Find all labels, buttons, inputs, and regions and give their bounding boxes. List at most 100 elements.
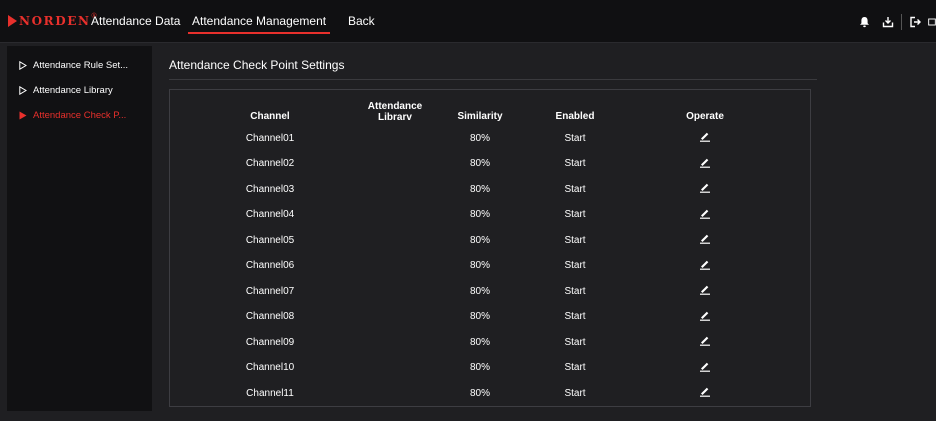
cell-similarity: 80% — [469, 260, 490, 271]
cell-operate — [650, 329, 760, 355]
cell-attendance-library — [355, 151, 435, 177]
table-row: Channel07 80% Start — [170, 278, 810, 304]
active-nav-underline — [188, 32, 331, 34]
cell-enabled: Start — [564, 209, 586, 220]
page-title: Attendance Check Point Settings — [169, 58, 345, 72]
cell-operate — [650, 304, 760, 330]
nav-back[interactable]: Back — [348, 14, 375, 28]
cell-similarity: 80% — [469, 158, 490, 169]
cell-channel: Channel08 — [245, 311, 295, 322]
cell-attendance-library — [355, 380, 435, 406]
table-row: Channel10 80% Start — [170, 355, 810, 381]
cell-enabled: Start — [564, 183, 586, 195]
sidebar-item-attendance-rule-settings[interactable]: Attendance Rule Set... — [19, 57, 128, 73]
triangle-filled-icon — [19, 111, 28, 120]
header-icon-group — [857, 14, 936, 30]
cell-operate — [650, 151, 760, 177]
edit-pencil-icon[interactable] — [699, 335, 711, 349]
edit-pencil-icon[interactable] — [699, 386, 711, 400]
table-row: Channel05 80% Start — [170, 227, 810, 253]
nav-attendance-management[interactable]: Attendance Management — [188, 14, 331, 34]
edit-pencil-icon[interactable] — [699, 233, 711, 247]
cell-attendance-library — [355, 278, 435, 304]
edit-pencil-icon[interactable] — [699, 157, 711, 171]
cell-enabled: Start — [564, 158, 586, 169]
cell-enabled: Start — [564, 132, 586, 144]
edit-pencil-icon[interactable] — [699, 208, 711, 222]
cell-operate — [650, 202, 760, 228]
sidebar-item-label: Attendance Check P... — [33, 109, 127, 121]
fullscreen-icon[interactable] — [928, 15, 936, 29]
bell-icon[interactable] — [857, 15, 871, 29]
cell-enabled: Start — [564, 234, 586, 246]
cell-attendance-library — [355, 253, 435, 279]
logout-icon[interactable] — [908, 15, 922, 29]
cell-enabled: Start — [564, 311, 586, 322]
cell-operate — [650, 227, 760, 253]
title-divider — [169, 79, 817, 80]
table-row: Channel11 80% Start — [170, 380, 810, 406]
cell-enabled: Start — [564, 285, 586, 297]
cell-similarity: 80% — [469, 387, 490, 399]
logo-triangle-icon — [8, 15, 17, 27]
cell-similarity: 80% — [469, 183, 490, 195]
cell-similarity: 80% — [469, 234, 490, 246]
cell-operate — [650, 355, 760, 381]
edit-pencil-icon[interactable] — [699, 182, 711, 196]
edit-pencil-icon[interactable] — [699, 284, 711, 298]
cell-enabled: Start — [564, 336, 586, 348]
cell-operate — [650, 380, 760, 406]
sidebar-item-attendance-library[interactable]: Attendance Library — [19, 82, 113, 98]
cell-operate — [650, 253, 760, 279]
cell-channel: Channel02 — [245, 158, 295, 169]
triangle-outline-icon — [19, 60, 28, 70]
cell-operate — [650, 176, 760, 202]
cell-attendance-library — [355, 355, 435, 381]
cell-attendance-library — [355, 304, 435, 330]
cell-similarity: 80% — [469, 132, 490, 144]
cell-channel: Channel04 — [245, 209, 295, 220]
table-row: Channel01 80% Start — [170, 125, 810, 151]
cell-attendance-library — [355, 329, 435, 355]
cell-similarity: 80% — [469, 336, 490, 348]
cell-operate — [650, 278, 760, 304]
download-icon[interactable] — [881, 15, 895, 29]
triangle-outline-icon — [19, 85, 28, 95]
cell-similarity: 80% — [469, 362, 490, 373]
cell-channel: Channel03 — [245, 183, 295, 195]
cell-similarity: 80% — [469, 285, 490, 297]
cell-operate — [650, 125, 760, 151]
sidebar-item-label: Attendance Library — [33, 84, 113, 96]
nav-attendance-management-label: Attendance Management — [192, 14, 327, 28]
cell-enabled: Start — [564, 260, 586, 271]
nav-attendance-data[interactable]: Attendance Data — [91, 14, 180, 28]
cell-channel: Channel09 — [245, 336, 295, 348]
table-row: Channel06 80% Start — [170, 253, 810, 279]
cell-attendance-library — [355, 125, 435, 151]
table-row: Channel08 80% Start — [170, 304, 810, 330]
cell-channel: Channel06 — [245, 260, 295, 271]
cell-channel: Channel01 — [245, 132, 295, 144]
edit-pencil-icon[interactable] — [699, 259, 711, 273]
sidebar-item-label: Attendance Rule Set... — [33, 59, 129, 71]
top-bar: NORDEN ® Attendance Data Attendance Mana… — [0, 0, 936, 43]
check-point-table: Channel Attendance Librarv Similarity En… — [169, 89, 811, 407]
cell-attendance-library — [355, 227, 435, 253]
cell-channel: Channel07 — [245, 285, 295, 297]
cell-attendance-library — [355, 176, 435, 202]
cell-channel: Channel10 — [245, 362, 295, 373]
logo-text: NORDEN — [19, 14, 91, 28]
sidebar: Attendance Rule Set... Attendance Librar… — [7, 46, 152, 411]
edit-pencil-icon[interactable] — [699, 310, 711, 324]
edit-pencil-icon[interactable] — [699, 131, 711, 145]
main-content: Attendance Check Point Settings Channel … — [152, 46, 936, 421]
cell-channel: Channel11 — [246, 387, 294, 399]
cell-attendance-library — [355, 202, 435, 228]
cell-similarity: 80% — [469, 209, 490, 220]
column-header-attendance-library: Attendance Librarv — [367, 101, 423, 123]
edit-pencil-icon[interactable] — [699, 361, 711, 375]
cell-channel: Channel05 — [245, 234, 295, 246]
table-row: Channel04 80% Start — [170, 202, 810, 228]
cell-enabled: Start — [564, 362, 586, 373]
sidebar-item-attendance-check-point[interactable]: Attendance Check P... — [19, 107, 126, 123]
